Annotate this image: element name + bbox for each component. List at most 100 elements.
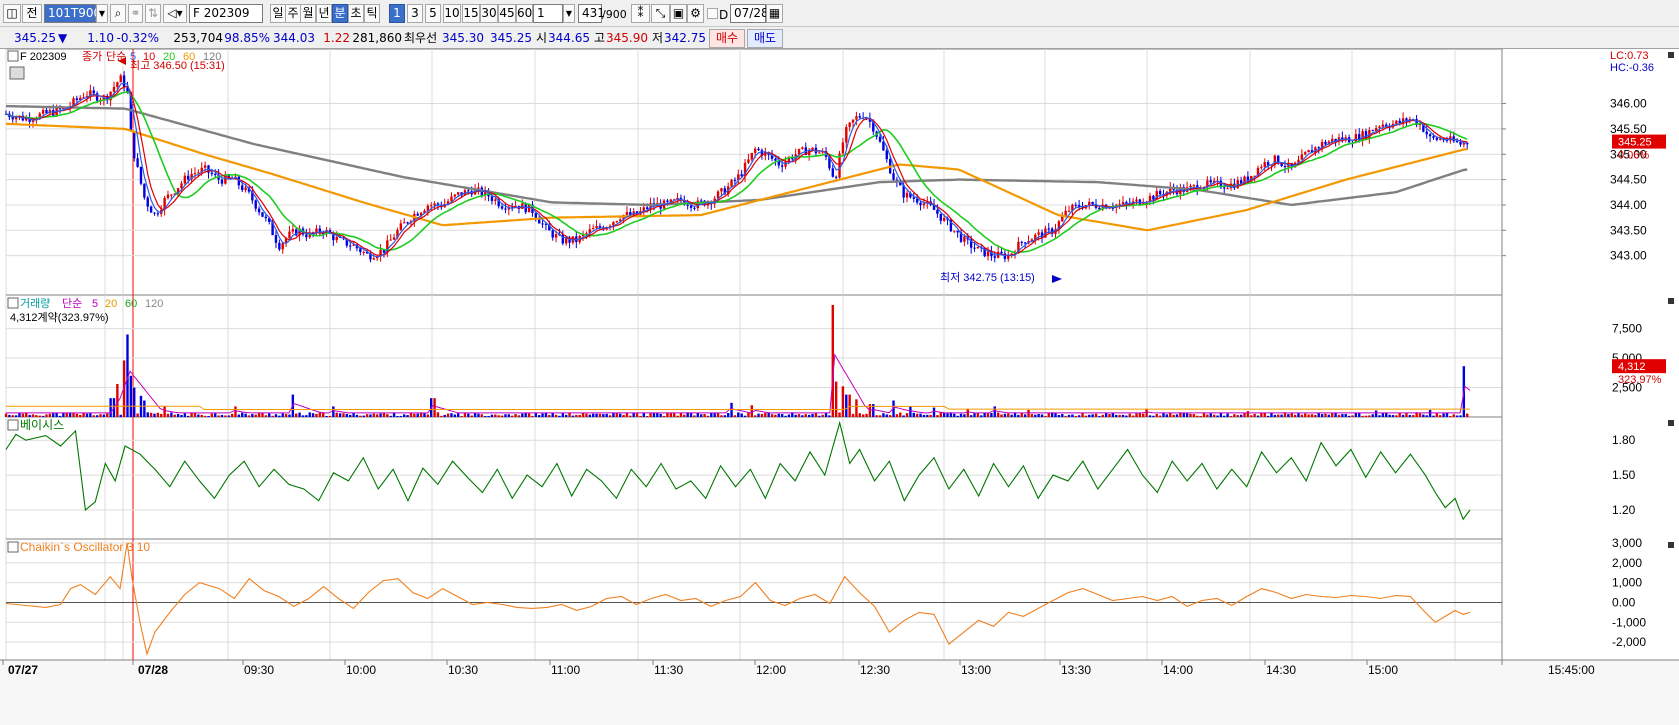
interval-button-10[interactable]: 10 (443, 4, 461, 23)
chart-area[interactable]: 07/27 07/28 09:30 10:00 10:30 11:00 11:30 12:00… (0, 49, 1679, 725)
interval-button-30[interactable]: 30 (480, 4, 498, 23)
crosshair-icon[interactable]: ⤡ (651, 4, 670, 23)
x-tick-5: 11:00 (551, 663, 580, 677)
price-ytick-1: 345.50 (1610, 122, 1647, 136)
volume-bar (797, 414, 801, 417)
interval-button-1[interactable]: 1 (389, 4, 405, 23)
volume-bar (480, 414, 484, 417)
chart-type-icon[interactable]: ◫ (3, 4, 21, 23)
candle-body (527, 204, 531, 213)
volume-bar (946, 413, 949, 417)
save-icon[interactable]: ▣ (670, 4, 687, 23)
volume-bar (1135, 413, 1138, 417)
volume-bar (1067, 414, 1071, 417)
candle-body (551, 230, 554, 238)
x-tick-7: 12:00 (756, 663, 786, 677)
volume-bar (575, 414, 578, 417)
volume-bar (497, 415, 500, 417)
sort-icon[interactable]: ⇅ (145, 4, 161, 23)
volume-bar (1391, 415, 1395, 417)
lc-label: LC:0.73 (1610, 50, 1649, 62)
volume-bar (490, 414, 494, 417)
volume-bar (342, 413, 345, 417)
period-tab-3[interactable]: 년 (316, 4, 332, 23)
interval-button-15[interactable]: 15 (462, 4, 480, 23)
candle-body (845, 127, 848, 143)
speaker-icon[interactable]: ◁▾ (163, 4, 187, 23)
volume-bar (895, 414, 899, 417)
volume-bar (1034, 414, 1037, 417)
basis-title: 베이시스 (20, 418, 64, 432)
volume-bar (85, 413, 89, 417)
volume-bar (507, 414, 511, 417)
date-checkbox[interactable] (707, 8, 718, 19)
indicator-icon[interactable]: ⁑ (631, 4, 650, 23)
volume-bar (780, 414, 784, 417)
candle-body (1381, 124, 1385, 127)
period-tab-6[interactable]: 틱 (364, 4, 380, 23)
buy-button[interactable]: 매수 (709, 29, 745, 48)
price-legend-6: 120 (203, 51, 221, 63)
pane-close-icon-3 (1668, 542, 1674, 548)
candle-body (585, 233, 588, 235)
volume-bar (1128, 413, 1131, 417)
count-input[interactable]: 431 (578, 4, 605, 23)
volume-bar (713, 413, 716, 417)
chaikin-ytick-3: 0.00 (1612, 595, 1636, 609)
volume-bar (1233, 414, 1236, 417)
candle-body (841, 142, 845, 154)
volume-bar (1094, 413, 1098, 417)
search-icon[interactable]: ⌕ (110, 4, 126, 23)
period-tab-2[interactable]: 월 (300, 4, 316, 23)
candle-body (976, 246, 980, 249)
prev-button[interactable]: 전 (22, 4, 42, 23)
volume-bar (1148, 415, 1152, 417)
calendar-icon[interactable]: ▦ (766, 4, 783, 23)
period-tab-0[interactable]: 일 (270, 4, 286, 23)
interval-input[interactable]: 1 (533, 4, 563, 23)
x-tick-4: 10:30 (448, 663, 478, 677)
candle-body (1074, 204, 1077, 206)
volume-bar (1115, 414, 1118, 417)
interval-button-5[interactable]: 5 (425, 4, 441, 23)
volume-bar (494, 414, 497, 417)
volume-bar (1155, 413, 1158, 417)
open-price: 344.65 (548, 31, 590, 45)
sell-button[interactable]: 매도 (747, 29, 783, 48)
candle-body (180, 183, 183, 189)
name-field[interactable]: F 202309 (189, 4, 263, 23)
volume-bar (1256, 415, 1260, 417)
volume-bar (804, 414, 807, 417)
volume-bar (899, 412, 902, 417)
volume-bar (629, 415, 632, 417)
interval-button-60[interactable]: 60 (516, 4, 533, 23)
volume-bar (180, 414, 183, 417)
volume-bar (1088, 414, 1091, 417)
period-tab-4[interactable]: 분 (332, 4, 348, 23)
interval-button-45[interactable]: 45 (498, 4, 516, 23)
volume-bar (477, 413, 480, 417)
date-input[interactable]: 07/28 (730, 4, 769, 23)
period-tab-5[interactable]: 초 (348, 4, 364, 23)
candle-body (720, 188, 723, 192)
candle-body (855, 116, 858, 120)
code-input[interactable]: 101T9000 (44, 4, 109, 23)
volume-bar (983, 412, 986, 417)
interval-button-3[interactable]: 3 (407, 4, 423, 23)
interval-dropdown-icon[interactable]: ▼ (563, 4, 575, 23)
volume-bar (767, 413, 770, 417)
volume-bar (173, 414, 176, 417)
volume-bar (1304, 413, 1307, 417)
link-icon[interactable]: ⚭ (128, 4, 143, 23)
candle-body (359, 248, 362, 252)
dropdown-icon[interactable]: ▼ (96, 4, 108, 23)
pane-frame-2 (5, 416, 1503, 540)
candle-body (335, 236, 338, 241)
volume-bar (1327, 414, 1331, 417)
volume-bar (1314, 414, 1317, 417)
pane-close-icon-2 (1668, 420, 1674, 426)
settings-icon[interactable]: ⚙ (687, 4, 704, 23)
candle-body (416, 213, 419, 216)
candle-body (625, 211, 629, 215)
period-tab-1[interactable]: 주 (285, 4, 301, 23)
